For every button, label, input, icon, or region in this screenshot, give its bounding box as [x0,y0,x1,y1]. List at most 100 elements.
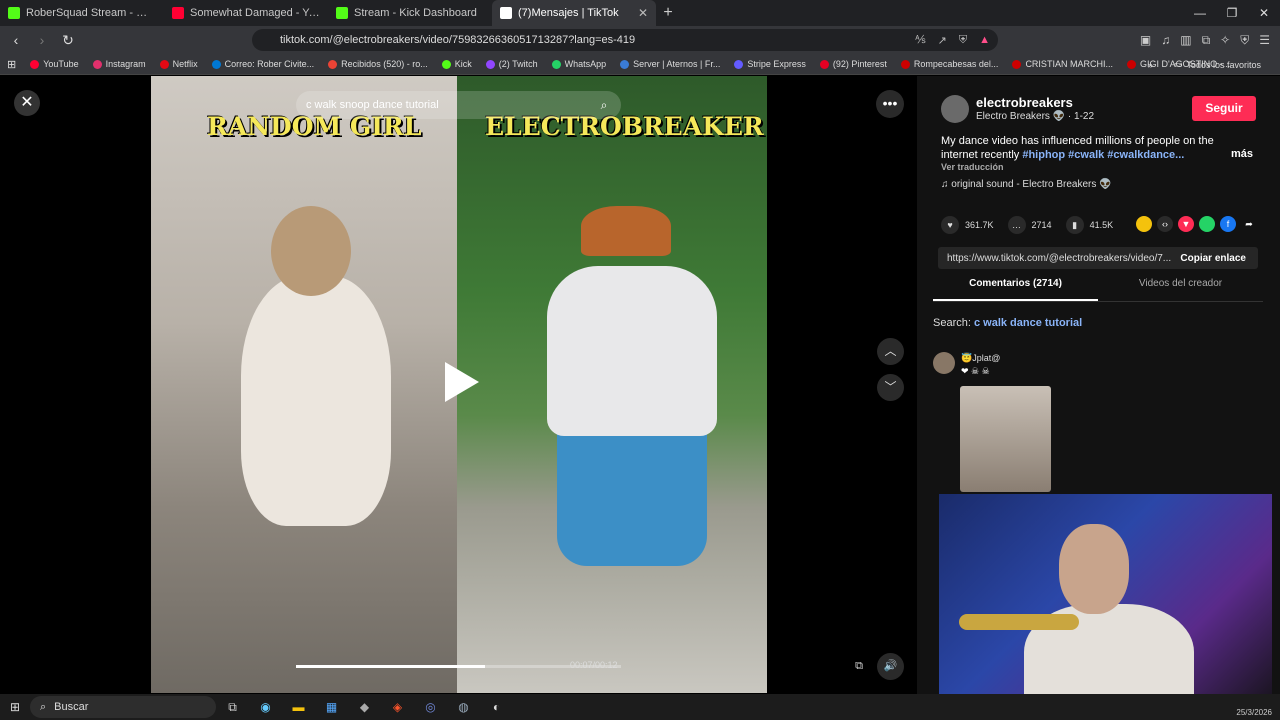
bookmark-item[interactable]: WhatsApp [545,59,614,69]
browser-tab[interactable]: (7)Mensajes | TikTok ✕ [492,0,656,26]
reload-icon[interactable]: ↻ [58,32,78,49]
leo-icon[interactable]: ✧ [1220,33,1230,47]
girl-head [271,206,351,296]
forward-icon[interactable]: › [32,32,52,48]
wallet-icon[interactable]: ▣ [1140,33,1151,47]
avatar[interactable] [941,95,969,123]
taskbar-search[interactable]: ⌕ Buscar [30,696,216,718]
search-suggestion[interactable]: Search: c walk dance tutorial [933,317,1082,329]
bookmark-item[interactable]: (92) Pinterest [813,59,894,69]
more-options-icon[interactable]: ••• [876,90,904,118]
bookmark-item[interactable]: Recibidos (520) - ro... [321,59,435,69]
link-text: https://www.tiktok.com/@electrobreakers/… [947,252,1172,264]
bookmark-label: Stripe Express [747,59,806,69]
app-icon[interactable]: ◆ [348,700,381,714]
video-player[interactable]: RANDOM GIRL ELECTROBREAKER c walk snoop … [151,76,767,693]
translate-link[interactable]: Ver traducción [941,162,1004,172]
comment-image[interactable] [960,386,1051,492]
chevron-down-icon[interactable]: ﹀ [877,374,904,401]
browser-tab[interactable]: Somewhat Damaged - YouTube [164,0,328,26]
sound-link[interactable]: ♫ original sound - Electro Breakers 👽 [941,179,1112,190]
discord-icon[interactable]: ◎ [414,700,447,714]
sidebar-icon[interactable]: ▥ [1180,33,1191,47]
new-tab-button[interactable]: + [656,4,680,22]
all-favorites[interactable]: ▭ Todos los favoritos [1167,59,1268,70]
extensions-icon[interactable]: ⧉ [1202,33,1211,48]
close-tab-icon[interactable]: ✕ [638,6,648,20]
browser-tab[interactable]: Stream - Kick Dashboard [328,0,492,26]
heart-icon: ♥ [941,216,959,234]
bookmark-favicon-icon [485,59,495,69]
comment-action[interactable]: … 2714 [1007,216,1052,234]
bookmark-item[interactable]: CRISTIAN MARCHI... [1005,59,1120,69]
tab-comments[interactable]: Comentarios (2714) [933,278,1098,301]
search-icon[interactable]: ⌕ [587,91,621,119]
bookmark-item[interactable]: Instagram [86,59,153,69]
dancer-jacket [547,266,717,436]
save-action[interactable]: ▮ 41.5K [1065,216,1113,234]
bookmark-item[interactable]: Netflix [153,59,205,69]
bookmark-label: Correo: Rober Civite... [224,59,315,69]
brave-icon[interactable]: ◈ [381,700,414,714]
minimize-icon[interactable]: — [1184,0,1216,26]
comment-username[interactable]: 😇Jplat@ [961,353,1000,364]
restore-icon[interactable]: ❐ [1216,0,1248,26]
browser-tab[interactable]: RoberSquad Stream - Watch Live [0,0,164,26]
pip-icon[interactable]: ⧉ [849,656,869,676]
more-link[interactable]: más [1231,148,1253,160]
file-explorer-icon[interactable]: ▬ [282,700,315,714]
comment-count: 2714 [1031,220,1052,230]
share-icon[interactable]: ↗ [938,34,947,47]
url-input[interactable]: tiktok.com/@electrobreakers/video/759832… [252,29,998,51]
bookmark-label: Kick [454,59,472,69]
translate-icon[interactable]: ⅍ [915,34,925,47]
bookmark-favicon-icon [441,59,451,69]
copy-link-button[interactable]: Copiar enlace [1180,253,1246,264]
task-view-icon[interactable]: ⧉ [216,700,249,715]
shield-icon[interactable]: ⛨ [959,34,967,47]
back-icon[interactable]: ‹ [6,32,26,48]
facebook-icon[interactable]: f [1220,216,1236,232]
link-box: https://www.tiktok.com/@electrobreakers/… [938,247,1258,269]
bookmark-item[interactable]: YouTube [23,59,85,69]
comment-avatar[interactable] [933,352,955,374]
bookmark-item[interactable]: (2) Twitch [479,59,545,69]
embed-icon[interactable]: ‹› [1157,216,1173,232]
music-icon[interactable]: ♫ [1161,33,1170,47]
vpn-icon[interactable]: ⛨ [1240,33,1249,48]
close-window-icon[interactable]: ✕ [1248,0,1280,26]
video-search-bar[interactable]: c walk snoop dance tutorial ⌕ [296,91,621,119]
chevron-up-icon[interactable]: ︿ [877,338,904,365]
apps-icon[interactable]: ⊞ [0,58,23,71]
progress-fill [296,665,485,668]
windows-start-icon[interactable]: ⊞ [0,700,30,714]
volume-icon[interactable]: 🔊 [877,653,904,680]
streamer-face [1059,524,1129,614]
rewards-icon[interactable]: ▲ [979,34,990,47]
bookmark-item[interactable]: Correo: Rober Civite... [205,59,322,69]
close-icon[interactable]: ✕ [14,90,40,116]
bookmark-item[interactable]: Kick [435,59,479,69]
send-icon[interactable]: ▼ [1178,216,1194,232]
bookmark-label: Server | Aternos | Fr... [633,59,721,69]
bookmark-list: YouTube Instagram Netflix Correo: Rober Civ… [23,59,1237,69]
folder-icon: ▭ [1173,59,1183,69]
copilot-icon[interactable]: ◉ [249,700,282,714]
coin-icon[interactable] [1136,216,1152,232]
username[interactable]: electrobreakers [976,95,1073,110]
tab-creator-videos[interactable]: Videos del creador [1098,278,1263,301]
play-icon[interactable] [445,362,479,402]
chevron-right-icon[interactable]: » [1148,60,1153,70]
bookmark-item[interactable]: Stripe Express [727,59,813,69]
bookmark-item[interactable]: Server | Aternos | Fr... [613,59,727,69]
steam-icon[interactable]: ◍ [447,700,480,714]
obs-icon[interactable]: ◐ [480,700,513,714]
menu-icon[interactable]: ☰ [1259,33,1270,47]
whatsapp-icon[interactable] [1199,216,1215,232]
store-icon[interactable]: ▦ [315,700,348,714]
like-action[interactable]: ♥ 361.7K [941,216,994,234]
hashtags[interactable]: #hiphop #cwalk #cwalkdance... [1022,149,1184,161]
follow-button[interactable]: Seguir [1192,96,1256,121]
bookmark-item[interactable]: Rompecabesas del... [894,59,1006,69]
share-arrow-icon[interactable]: ➦ [1241,216,1257,232]
